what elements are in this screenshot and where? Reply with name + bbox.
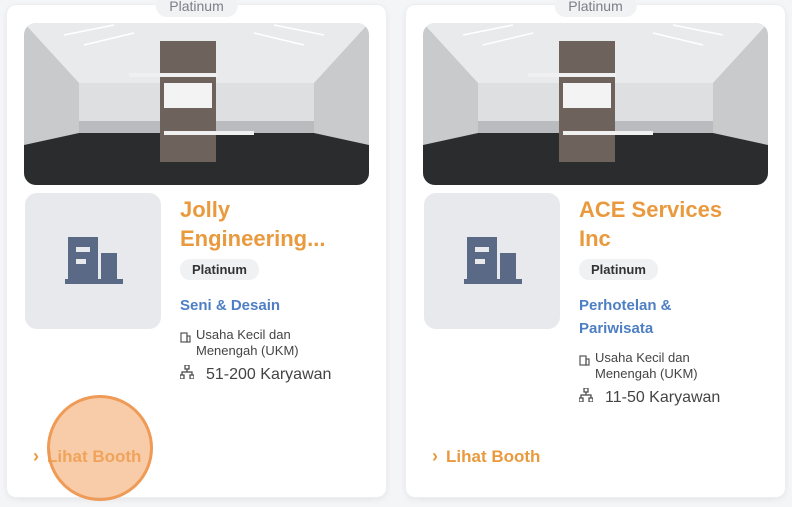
company-logo[interactable] xyxy=(25,193,161,329)
company-logo[interactable] xyxy=(424,193,560,329)
view-booth-label: Lihat Booth xyxy=(47,446,142,466)
company-size: Usaha Kecil dan Menengah (UKM) xyxy=(196,327,299,358)
company-name[interactable]: Jolly Engineering... xyxy=(180,195,360,253)
tier-badge: Platinum xyxy=(180,259,259,280)
tier-label: Platinum xyxy=(155,0,238,17)
org-chart-icon xyxy=(179,364,206,384)
company-size-icon xyxy=(579,350,595,382)
company-card[interactable]: Platinum ACE Services Inc Platinum Perho… xyxy=(405,0,786,498)
view-booth-link[interactable]: › Lihat Booth xyxy=(432,446,540,467)
industry-label: Seni & Desain xyxy=(180,297,281,314)
building-icon xyxy=(464,237,522,284)
tier-badge: Platinum xyxy=(579,259,658,280)
view-booth-label: Lihat Booth xyxy=(446,446,541,466)
view-booth-link[interactable]: › Lihat Booth xyxy=(33,446,141,467)
chevron-right-icon: › xyxy=(33,446,39,466)
chevron-right-icon: › xyxy=(432,446,438,466)
company-card[interactable]: Platinum Jolly Engineering... Platinum S… xyxy=(6,0,387,498)
company-name[interactable]: ACE Services Inc xyxy=(579,195,749,253)
building-icon xyxy=(65,237,123,284)
org-chart-icon xyxy=(578,387,605,407)
company-size: Usaha Kecil dan Menengah (UKM) xyxy=(595,350,698,381)
company-size-icon xyxy=(180,327,196,359)
tier-label: Platinum xyxy=(554,0,637,17)
industry-label: Perhotelan & Pariwisata xyxy=(579,297,672,337)
employee-count: 51-200 Karyawan xyxy=(206,365,332,383)
booth-image[interactable] xyxy=(24,23,369,185)
employee-count: 11-50 Karyawan xyxy=(605,388,721,406)
booth-image[interactable] xyxy=(423,23,768,185)
